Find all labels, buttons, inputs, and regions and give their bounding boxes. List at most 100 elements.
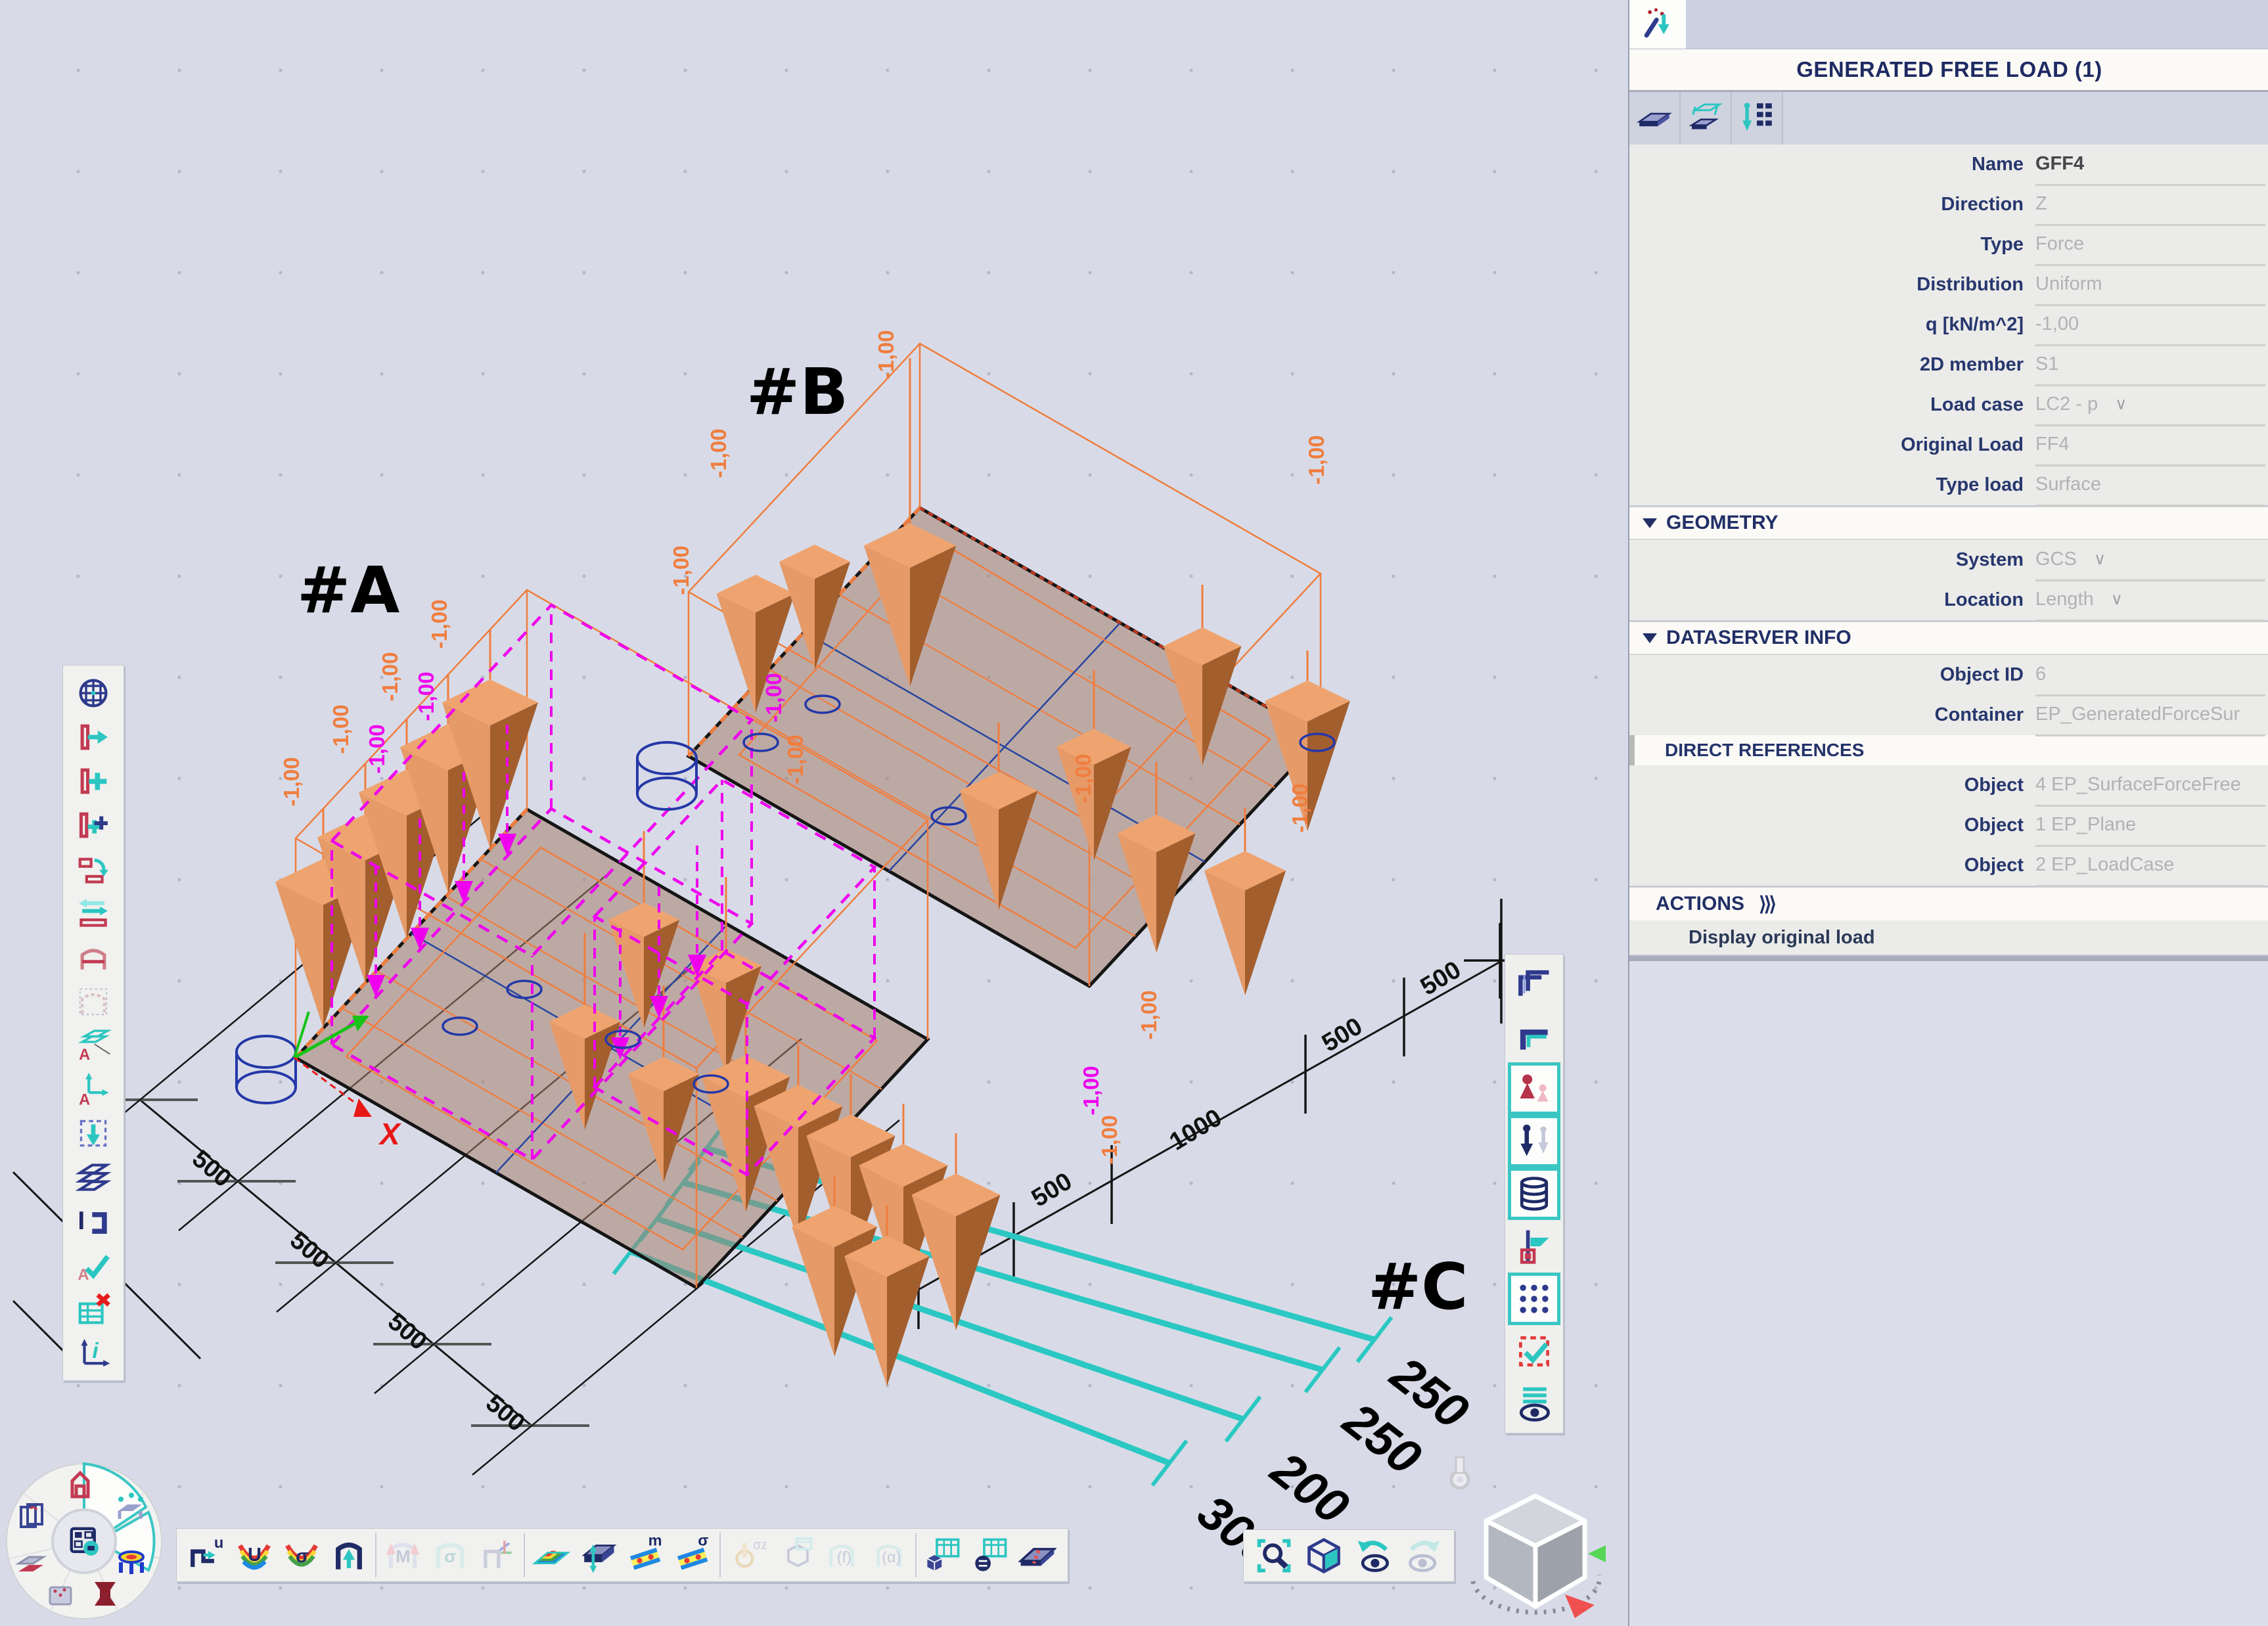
- selection-filter-icon[interactable]: [1508, 1325, 1560, 1378]
- paste-special-icon[interactable]: [76, 1111, 111, 1155]
- multi-layer-icon-button[interactable]: [1681, 92, 1732, 145]
- add-entity-icon[interactable]: [76, 759, 111, 803]
- axes-annotate-icon[interactable]: A: [76, 1067, 111, 1111]
- delete-table-icon[interactable]: [76, 1287, 111, 1331]
- copy-rotate-icon[interactable]: [76, 847, 111, 891]
- property-value: Force: [2035, 233, 2084, 255]
- property-value-field[interactable]: 4 EP_SurfaceForceFree: [2035, 765, 2265, 807]
- model-entities-icon[interactable]: [1508, 1062, 1560, 1115]
- property-value-field[interactable]: 1 EP_Plane: [2035, 805, 2265, 847]
- loads-icon[interactable]: [1508, 1115, 1560, 1167]
- plate-m-icon[interactable]: m: [622, 1531, 669, 1579]
- portal-frame-icon[interactable]: [76, 935, 111, 979]
- property-row: Original LoadFF4: [1629, 425, 2268, 465]
- database-icon[interactable]: [1508, 1167, 1560, 1220]
- 3d-scene: 5005005005005005001000500500250250200300…: [0, 0, 1628, 1626]
- property-value-field[interactable]: 2 EP_LoadCase: [2035, 845, 2265, 887]
- svg-text:-1,00: -1,00: [1097, 1115, 1122, 1164]
- multi-layer-icon: [1687, 100, 1724, 137]
- property-value-field[interactable]: Force: [2035, 224, 2265, 266]
- rename-icon[interactable]: I: [76, 1199, 111, 1243]
- zoom-fit-icon[interactable]: [1249, 1532, 1299, 1579]
- property-value-field[interactable]: -1,00: [2035, 304, 2265, 346]
- load-parameters-icon: [1738, 100, 1775, 137]
- previous-view-icon[interactable]: [1349, 1532, 1399, 1579]
- view-cube-icon[interactable]: [1299, 1532, 1349, 1579]
- tab-generated-free-load[interactable]: [1629, 0, 1686, 49]
- layers-annotate-icon[interactable]: A: [76, 1023, 111, 1067]
- export-entity-icon[interactable]: [76, 715, 111, 759]
- property-value-field[interactable]: Uniform: [2035, 264, 2265, 306]
- property-value-field[interactable]: S1: [2035, 344, 2265, 386]
- panel-title: GENERATED FREE LOAD (1): [1629, 49, 2268, 92]
- reactions-icon[interactable]: [325, 1531, 373, 1579]
- main-properties: NameGFF4DirectionZTypeForceDistributionU…: [1629, 145, 2268, 505]
- property-row: Object4 EP_SurfaceForceFree: [1629, 765, 2268, 805]
- toolbar-divider: [524, 1533, 525, 1577]
- portal-frame-ghost-icon[interactable]: [76, 979, 111, 1023]
- chevron-down-icon[interactable]: ∨: [2115, 394, 2127, 414]
- results-sigma-icon[interactable]: σ: [278, 1531, 325, 1579]
- model-viewport[interactable]: 5005005005005005001000500500250250200300…: [0, 0, 1628, 1626]
- svg-text:-1,00: -1,00: [1288, 783, 1312, 832]
- property-value: FF4: [2035, 434, 2070, 455]
- property-value-field[interactable]: LC2 - p∨: [2035, 384, 2265, 426]
- slab-results-icon[interactable]: [528, 1531, 575, 1579]
- navigation-cube[interactable]: [1453, 1476, 1618, 1626]
- property-value-field[interactable]: 6: [2035, 654, 2265, 696]
- visibility-icon[interactable]: [1508, 1378, 1560, 1430]
- property-row: DirectionZ: [1629, 185, 2268, 225]
- results-U-icon[interactable]: U: [231, 1531, 278, 1579]
- property-grid: NameGFF4DirectionZTypeForceDistributionU…: [1629, 145, 2268, 961]
- property-row: Object2 EP_LoadCase: [1629, 846, 2268, 886]
- section-header-dataserver-info[interactable]: DATASERVER INFO: [1629, 620, 2268, 655]
- actions-expand-icon[interactable]: ⟩⟩⟩: [1759, 893, 1774, 916]
- solid-segment-icon[interactable]: [50, 1587, 71, 1604]
- single-layer-icon: [1636, 100, 1673, 137]
- svg-text:X: X: [378, 1117, 401, 1151]
- node-support-icon[interactable]: [1508, 1220, 1560, 1273]
- property-label: Object: [1629, 815, 2035, 836]
- property-value-field[interactable]: GCS∨: [2035, 539, 2265, 581]
- actions-header[interactable]: ACTIONS⟩⟩⟩: [1629, 886, 2268, 920]
- rotate-cw-arrow-icon[interactable]: [1588, 1545, 1606, 1562]
- table-summary-icon[interactable]: [966, 1531, 1014, 1579]
- chevron-down-icon[interactable]: ∨: [2094, 549, 2106, 569]
- single-layer-icon-button[interactable]: [1629, 92, 1681, 145]
- table-cube-icon[interactable]: [919, 1531, 966, 1579]
- deformation-u-icon[interactable]: u: [183, 1531, 231, 1579]
- property-value-field[interactable]: Length∨: [2035, 579, 2265, 621]
- property-value-field[interactable]: Z: [2035, 184, 2265, 226]
- grid-globe-icon[interactable]: [76, 671, 111, 715]
- svg-text:(f): (f): [837, 1548, 851, 1566]
- add-entity-alt-icon[interactable]: [76, 803, 111, 847]
- svg-text:σz: σz: [753, 1538, 766, 1552]
- axis-info-icon[interactable]: i: [76, 1331, 111, 1375]
- property-value-field[interactable]: FF4: [2035, 424, 2265, 466]
- swap-entities-icon[interactable]: [76, 891, 111, 935]
- property-label: Type: [1629, 234, 2035, 256]
- slab-thickness-icon[interactable]: [575, 1531, 622, 1579]
- reinforcement-slab-icon[interactable]: [1014, 1531, 1061, 1579]
- validate-icon[interactable]: A: [76, 1243, 111, 1287]
- svg-text:-1,00: -1,00: [1137, 990, 1161, 1039]
- members-icon[interactable]: [1508, 957, 1560, 1010]
- svg-text:#A: #A: [297, 553, 399, 627]
- point-grid-icon[interactable]: [1508, 1273, 1560, 1325]
- plate-sigma-icon[interactable]: σ: [669, 1531, 717, 1579]
- member-corner-icon[interactable]: [1508, 1010, 1560, 1062]
- load-parameters-icon-button[interactable]: [1732, 92, 1783, 145]
- workstation-radial-menu[interactable]: [0, 1451, 177, 1626]
- property-row: Object1 EP_Plane: [1629, 805, 2268, 846]
- action-display-original-load[interactable]: Display original load: [1629, 920, 2268, 955]
- property-value-field[interactable]: Surface: [2035, 464, 2265, 507]
- svg-text:-1,00: -1,00: [378, 652, 402, 701]
- property-value-field[interactable]: GFF4: [2035, 144, 2265, 186]
- property-value-field[interactable]: EP_GeneratedForceSur: [2035, 694, 2265, 736]
- layers-icon[interactable]: [76, 1155, 111, 1199]
- section-title: GEOMETRY: [1666, 512, 1779, 534]
- property-row: Load caseLC2 - p∨: [1629, 385, 2268, 425]
- section-header-geometry[interactable]: GEOMETRY: [1629, 505, 2268, 540]
- chevron-down-icon[interactable]: ∨: [2111, 589, 2123, 609]
- svg-text:-1,00: -1,00: [1304, 435, 1328, 484]
